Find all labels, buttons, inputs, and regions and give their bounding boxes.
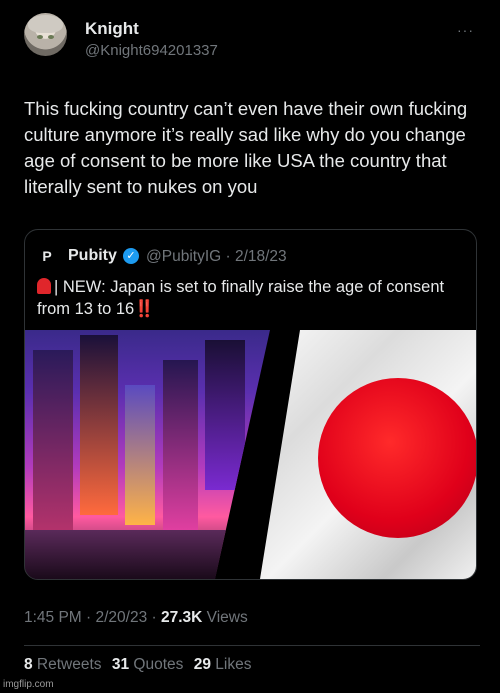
street — [25, 530, 265, 579]
city-street-image — [25, 330, 270, 579]
quotes-link[interactable]: 31 Quotes — [112, 656, 184, 673]
more-options-icon[interactable]: ··· — [457, 22, 474, 38]
retweets-count: 8 — [24, 656, 33, 673]
japan-flag-image — [260, 330, 476, 579]
quotes-label: Quotes — [129, 656, 184, 673]
quoted-author-name[interactable]: Pubity — [68, 247, 117, 265]
siren-icon — [37, 278, 51, 294]
avatar-eye-left — [37, 35, 43, 39]
quoted-image[interactable] — [25, 330, 476, 579]
flag-red-circle — [318, 378, 476, 538]
engagement-stats: 8 Retweets 31 Quotes 29 Likes — [24, 656, 257, 674]
quoted-tweet[interactable]: P Pubity ✓ @PubityIG · 2/18/23 | NEW: Ja… — [24, 229, 477, 580]
time-date[interactable]: 1:45 PM · 2/20/23 · — [24, 609, 161, 626]
retweets-label: Retweets — [32, 656, 102, 673]
likes-label: Likes — [210, 656, 252, 673]
likes-link[interactable]: 29 Likes — [194, 656, 252, 673]
double-exclamation-icon: ‼️ — [134, 300, 155, 318]
avatar-hair — [28, 15, 63, 33]
building — [163, 360, 198, 530]
watermark: imgflip.com — [3, 679, 54, 690]
building — [205, 340, 245, 490]
building — [125, 385, 155, 525]
pubity-logo-icon: P — [42, 248, 52, 264]
quotes-count: 31 — [111, 656, 130, 673]
avatar-eye-right — [48, 35, 54, 39]
retweets-link[interactable]: 8 Retweets — [24, 656, 102, 673]
building — [33, 350, 73, 550]
verified-badge-icon: ✓ — [123, 248, 139, 264]
divider — [24, 645, 480, 646]
tweet-text: This fucking country can’t even have the… — [24, 98, 468, 197]
avatar[interactable] — [24, 13, 67, 56]
quoted-handle-date: @PubityIG · 2/18/23 — [146, 248, 287, 265]
likes-count: 29 — [193, 656, 211, 673]
views-label: Views — [202, 609, 248, 626]
author-handle[interactable]: @Knight694201337 — [85, 42, 218, 59]
quoted-text: | NEW: Japan is set to finally raise the… — [37, 276, 467, 320]
building — [80, 335, 118, 515]
quoted-text-body: | NEW: Japan is set to finally raise the… — [37, 278, 445, 318]
tweet-meta: 1:45 PM · 2/20/23 · 27.3K Views — [24, 609, 248, 627]
author-name[interactable]: Knight — [85, 19, 139, 39]
views-count: 27.3K — [161, 609, 203, 626]
